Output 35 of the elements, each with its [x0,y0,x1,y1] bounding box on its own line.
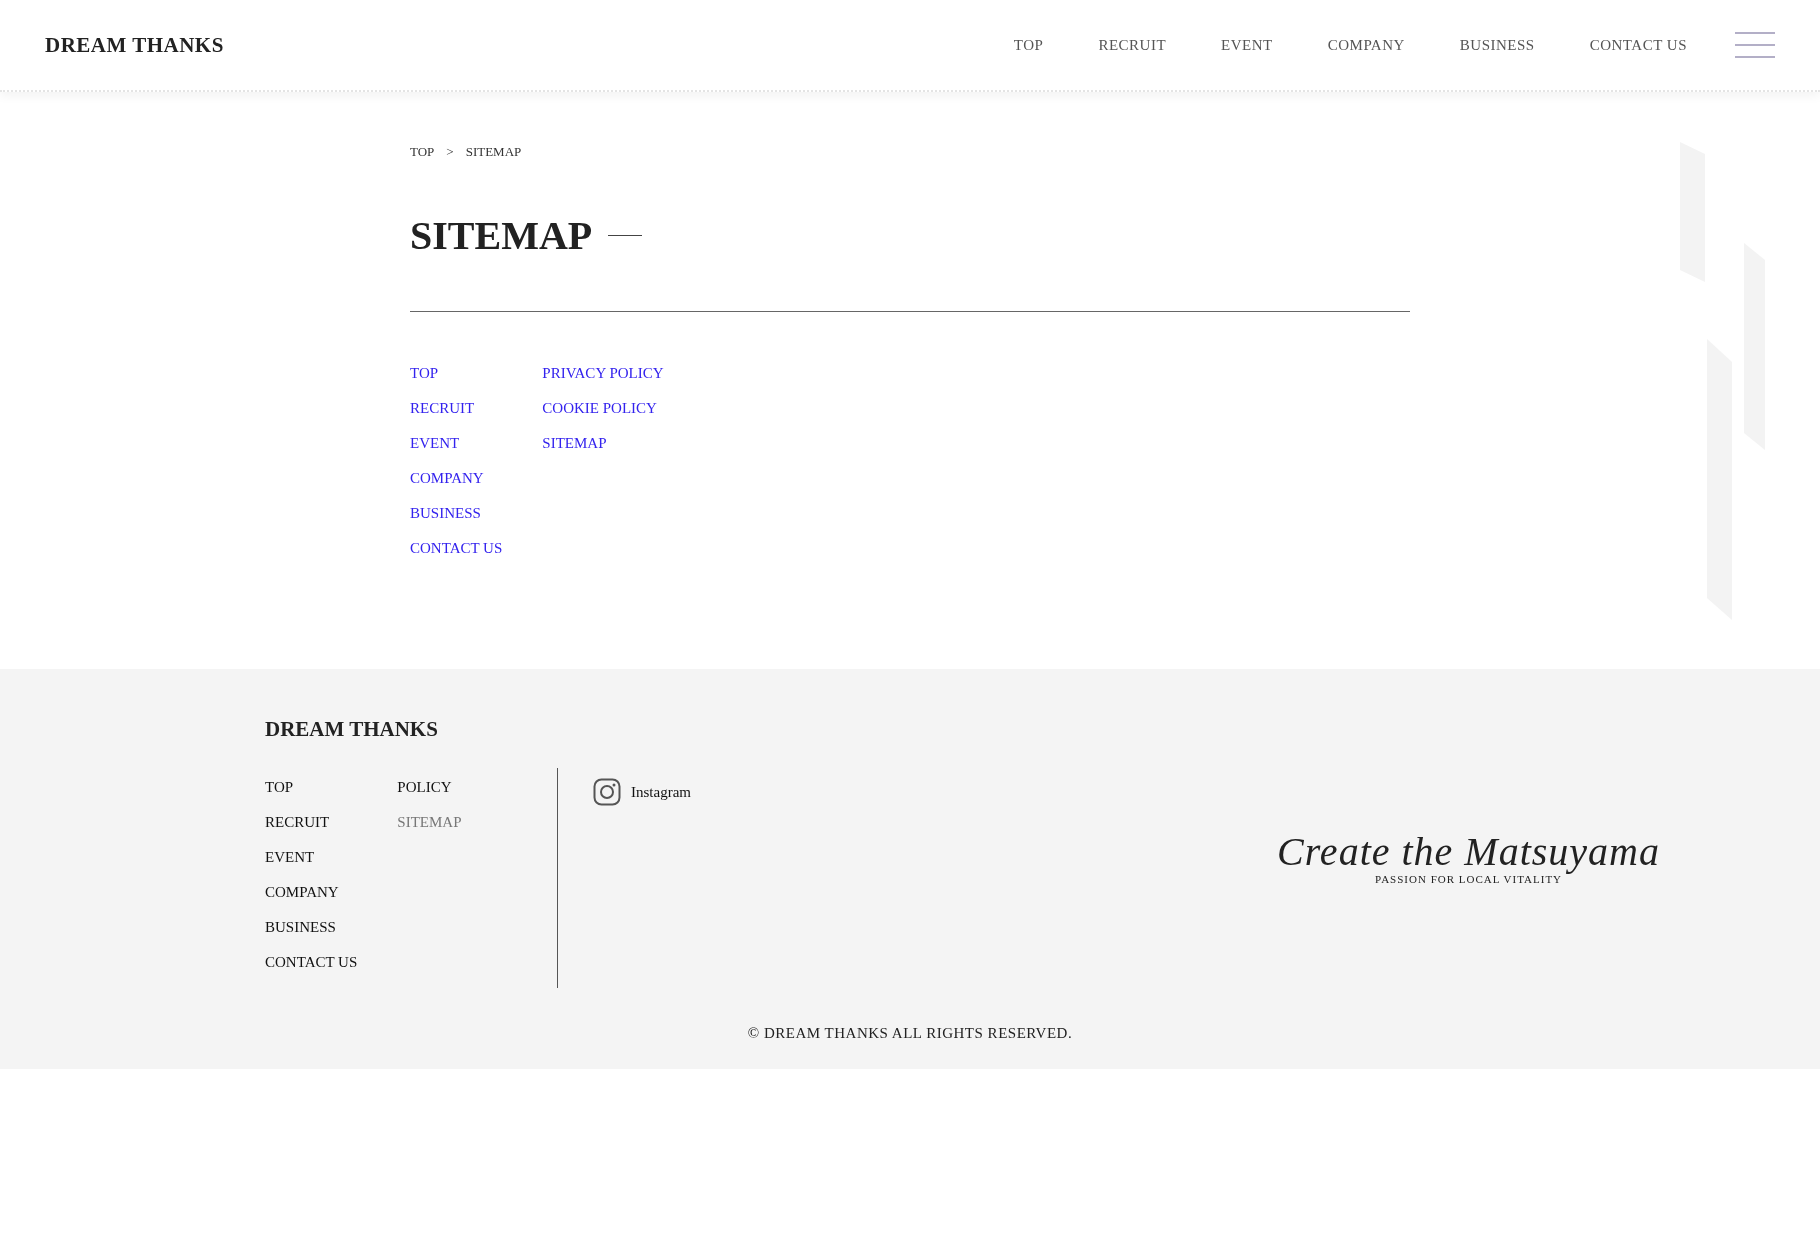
breadcrumb-item[interactable]: TOP [410,144,435,160]
nav-link[interactable]: EVENT [1221,36,1273,54]
instagram-link[interactable]: Instagram [593,778,691,806]
menu-icon[interactable] [1735,32,1775,58]
page-link[interactable]: BUSINESS [410,504,503,522]
footer-link[interactable]: RECRUIT [265,813,358,831]
footer-link[interactable]: BUSINESS [265,918,358,936]
page-link[interactable]: COMPANY [410,469,503,487]
copyright-text: © DREAM THANKS ALL RIGHTS RESERVED. [747,1025,1073,1042]
footer-link[interactable]: POLICY [397,778,462,796]
breadcrumb-item: SITEMAP [465,144,522,160]
footer-link[interactable]: SITEMAP [397,813,462,831]
nav-link[interactable]: TOP [1013,36,1044,54]
tagline-text: PASSION FOR LOCAL VITALITY [1375,873,1563,885]
nav-link[interactable]: COMPANY [1327,36,1405,54]
nav-link[interactable]: CONTACT US [1589,36,1687,54]
footer-link[interactable]: COMPANY [265,883,358,901]
page-link[interactable]: CONTACT US [410,539,503,557]
site-logo[interactable]: DREAM THANKS [45,32,224,58]
page-link[interactable]: COOKIE POLICY [542,399,664,417]
footer-link[interactable]: CONTACT US [265,953,358,971]
page-link[interactable]: PRIVACY POLICY [542,364,664,382]
nav-link[interactable]: RECRUIT [1098,36,1167,54]
page-link[interactable]: SITEMAP [542,434,664,452]
footer-logo[interactable]: DREAM THANKS [265,669,438,742]
page-link[interactable]: TOP [410,364,503,382]
page-link[interactable]: RECRUIT [410,399,503,417]
instagram-icon [593,778,621,806]
page-title: SITEMAP [410,212,593,259]
page-link[interactable]: EVENT [410,434,503,452]
footer-link[interactable]: TOP [265,778,358,796]
breadcrumb-separator: > [446,144,454,160]
footer-link[interactable]: EVENT [265,848,358,866]
slogan-text: Create the Matsuyama [1277,828,1660,875]
nav-link[interactable]: BUSINESS [1459,36,1535,54]
